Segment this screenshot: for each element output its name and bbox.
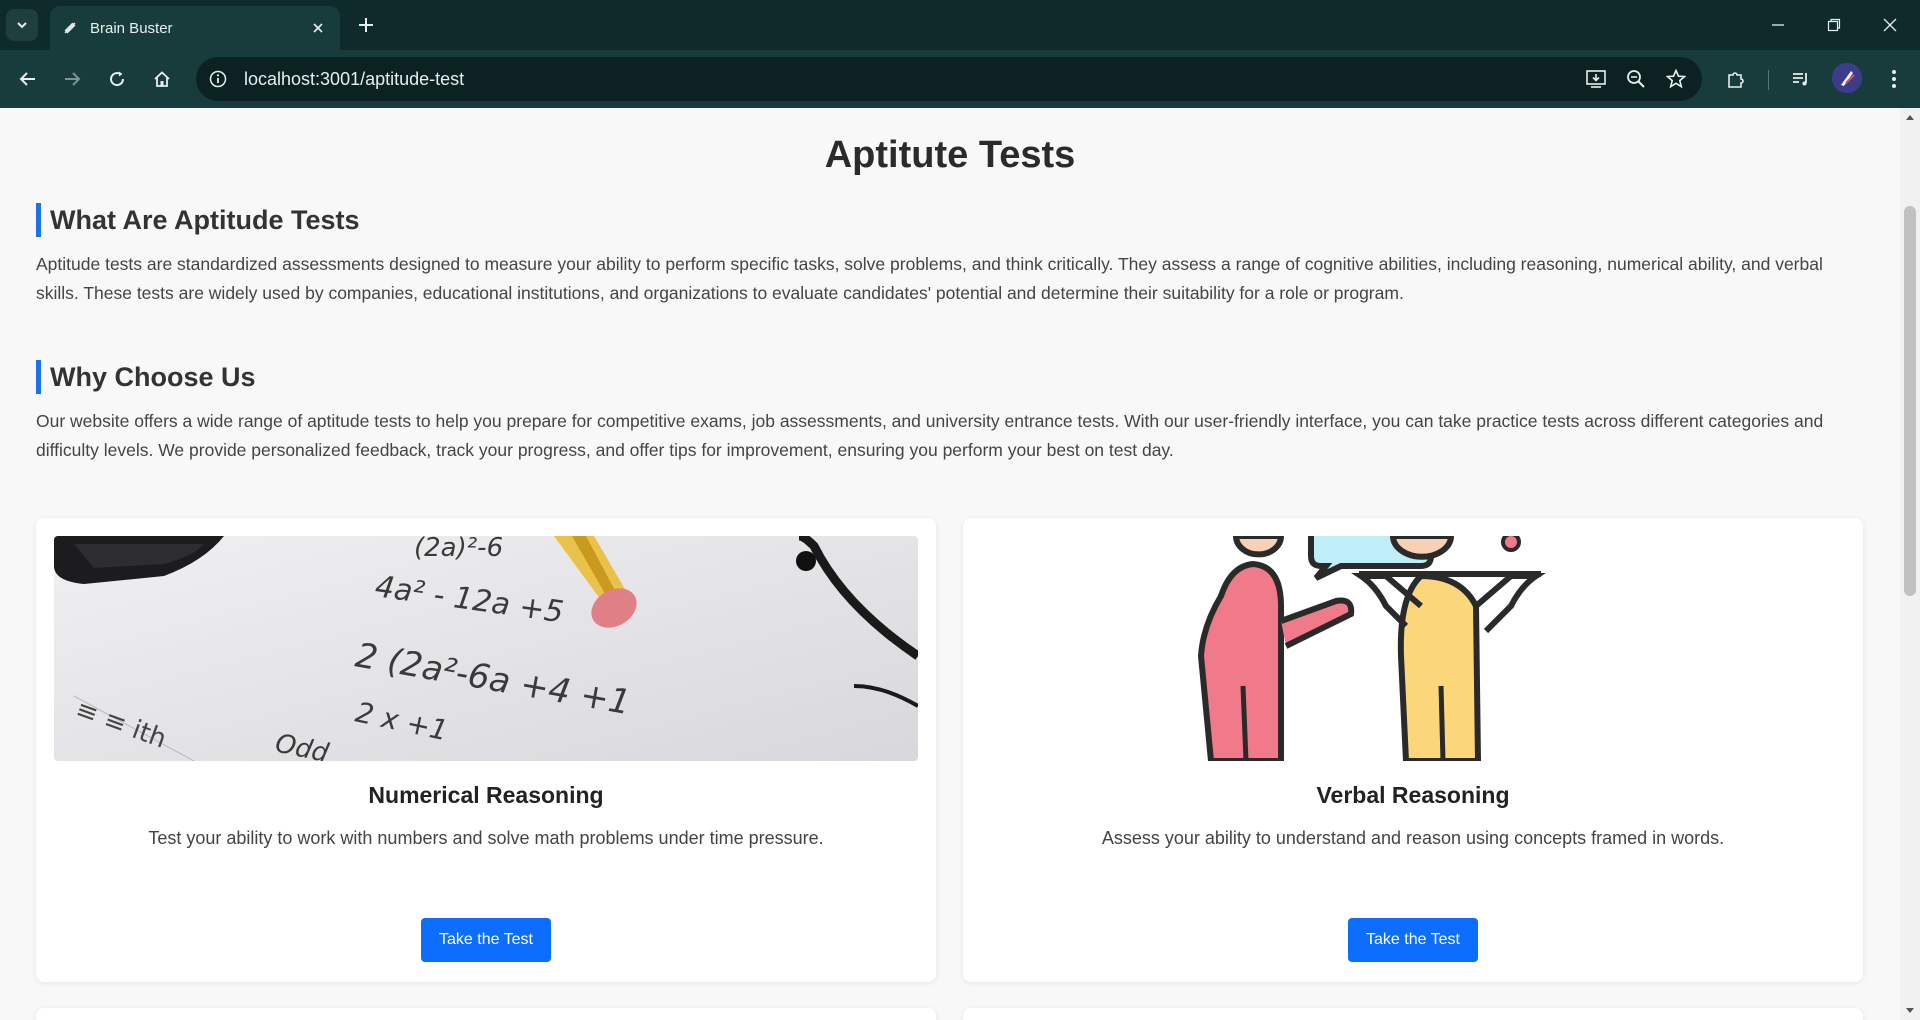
- more-vertical-icon: [1892, 70, 1896, 88]
- active-tab[interactable]: Brain Buster: [50, 6, 340, 50]
- tab-favicon-icon: [62, 20, 78, 36]
- extensions-button[interactable]: [1720, 63, 1752, 95]
- reload-button[interactable]: [101, 63, 133, 95]
- zoom-icon[interactable]: [1622, 65, 1650, 93]
- card-title: Verbal Reasoning: [1316, 782, 1510, 808]
- tab-search-button[interactable]: [6, 9, 38, 41]
- chevron-down-icon: [17, 22, 27, 29]
- card-verbal-reasoning: Verbal Reasoning Assess your ability to …: [963, 518, 1863, 982]
- math-line-1: (2a)²-6: [414, 536, 503, 563]
- section-heading-what-are-aptitude-tests: What Are Aptitude Tests: [36, 203, 360, 237]
- restore-button[interactable]: [1816, 8, 1852, 42]
- minimize-button[interactable]: [1760, 8, 1796, 42]
- address-bar[interactable]: localhost:3001/aptitude-test: [196, 57, 1702, 101]
- toolbar-divider: [1768, 70, 1769, 90]
- plus-icon: [359, 18, 373, 32]
- minimize-icon: [1772, 24, 1784, 26]
- card-description: Test your ability to work with numbers a…: [148, 828, 824, 848]
- close-tab-icon[interactable]: [308, 18, 328, 38]
- card-numerical-reasoning: (2a)²-6 4a² - 12a +5 2 (2a²-6a +4 +1 2 x…: [36, 518, 936, 982]
- section-heading-why-choose-us: Why Choose Us: [36, 360, 256, 394]
- page-title: Aptitute Tests: [824, 134, 1076, 176]
- arrow-right-icon: [65, 72, 81, 86]
- scroll-up-icon[interactable]: [1905, 112, 1915, 122]
- install-app-icon[interactable]: [1582, 65, 1610, 93]
- reload-icon: [110, 71, 125, 87]
- arrow-left-icon: [19, 72, 35, 86]
- section-text-what-are-aptitude-tests: Aptitude tests are standardized assessme…: [36, 254, 1823, 303]
- home-icon: [154, 71, 170, 87]
- forward-button[interactable]: [56, 63, 88, 95]
- card-partial-next-right: [963, 1008, 1863, 1020]
- back-button[interactable]: [12, 63, 44, 95]
- puzzle-icon: [1728, 72, 1744, 88]
- card-partial-next-left: [36, 1008, 936, 1020]
- browser-toolbar: localhost:3001/aptitude-test: [0, 50, 1920, 108]
- scrollbar-thumb[interactable]: [1904, 206, 1916, 596]
- tab-strip: Brain Buster: [0, 0, 1920, 50]
- close-icon: [1883, 18, 1897, 32]
- card-title: Numerical Reasoning: [368, 782, 604, 808]
- home-button[interactable]: [146, 63, 178, 95]
- bookmark-star-icon[interactable]: [1662, 65, 1690, 93]
- take-test-button-numerical[interactable]: Take the Test: [421, 918, 551, 962]
- card-description: Assess your ability to understand and re…: [1101, 828, 1725, 848]
- section-text-why-choose-us: Our website offers a wide range of aptit…: [36, 411, 1824, 460]
- restore-icon: [1827, 18, 1841, 32]
- numerical-reasoning-image: (2a)²-6 4a² - 12a +5 2 (2a²-6a +4 +1 2 x…: [54, 536, 918, 761]
- take-test-button-verbal[interactable]: Take the Test: [1348, 918, 1478, 962]
- new-tab-button[interactable]: [352, 11, 380, 39]
- close-window-button[interactable]: [1872, 8, 1908, 42]
- media-controls-button[interactable]: [1785, 63, 1817, 95]
- site-info-icon[interactable]: [204, 65, 232, 93]
- url-text: localhost:3001/aptitude-test: [244, 68, 465, 89]
- tab-title: Brain Buster: [90, 19, 173, 37]
- page-viewport: Aptitute Tests What Are Aptitude Tests A…: [0, 108, 1900, 1020]
- profile-avatar[interactable]: [1832, 63, 1862, 93]
- media-queue-icon: [1793, 73, 1807, 86]
- page-scrollbar[interactable]: [1900, 108, 1920, 1020]
- verbal-reasoning-image: [981, 536, 1845, 761]
- scroll-down-icon[interactable]: [1905, 1006, 1915, 1016]
- browser-menu-button[interactable]: [1878, 63, 1910, 95]
